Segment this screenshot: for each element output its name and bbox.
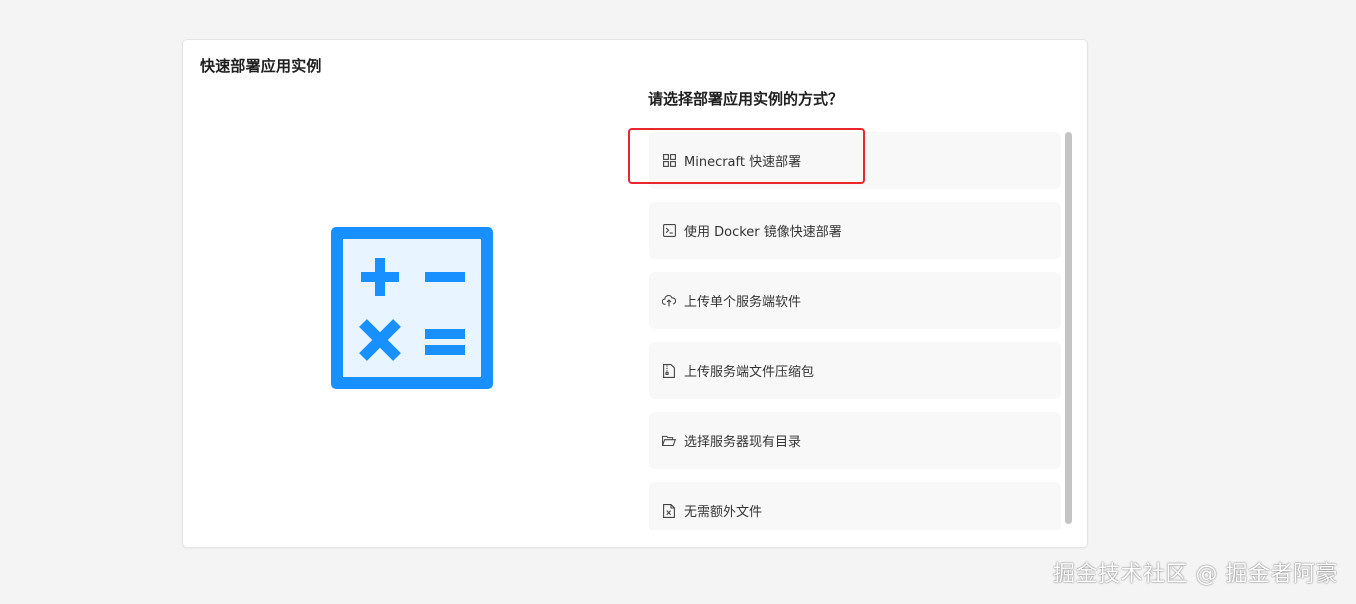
option-select-existing-dir[interactable]: 选择服务器现有目录 [649,412,1061,469]
calculator-icon [331,227,493,389]
folder-open-icon [662,434,676,448]
cloud-upload-icon [662,294,676,308]
option-label: 上传服务端文件压缩包 [684,365,815,380]
deploy-options-list: Minecraft 快速部署 使用 Docker 镜像快速部署 上传单个服务端软… [649,132,1061,530]
option-docker-image-deploy[interactable]: 使用 Docker 镜像快速部署 [649,202,1061,259]
blank-file-icon [662,503,676,518]
option-upload-single-server[interactable]: 上传单个服务端软件 [649,272,1061,329]
watermark: 掘金技术社区 @ 掘金者阿豪 [1053,562,1338,587]
deploy-card: 快速部署应用实例 请选择部署应用实例的方式？ Minecraft 快速部署 使用… [182,39,1088,548]
card-title: 快速部署应用实例 [200,57,322,75]
deploy-method-question: 请选择部署应用实例的方式？ [648,90,844,108]
options-scrollbar[interactable] [1065,132,1072,524]
zip-file-icon [662,363,676,378]
option-label: 选择服务器现有目录 [684,435,802,450]
terminal-icon [662,224,676,238]
option-label: 使用 Docker 镜像快速部署 [684,225,842,240]
option-label: 上传单个服务端软件 [684,295,802,310]
option-no-extra-files[interactable]: 无需额外文件 [649,482,1061,530]
option-upload-server-archive[interactable]: 上传服务端文件压缩包 [649,342,1061,399]
option-label: 无需额外文件 [684,505,763,520]
highlight-box [628,128,865,184]
